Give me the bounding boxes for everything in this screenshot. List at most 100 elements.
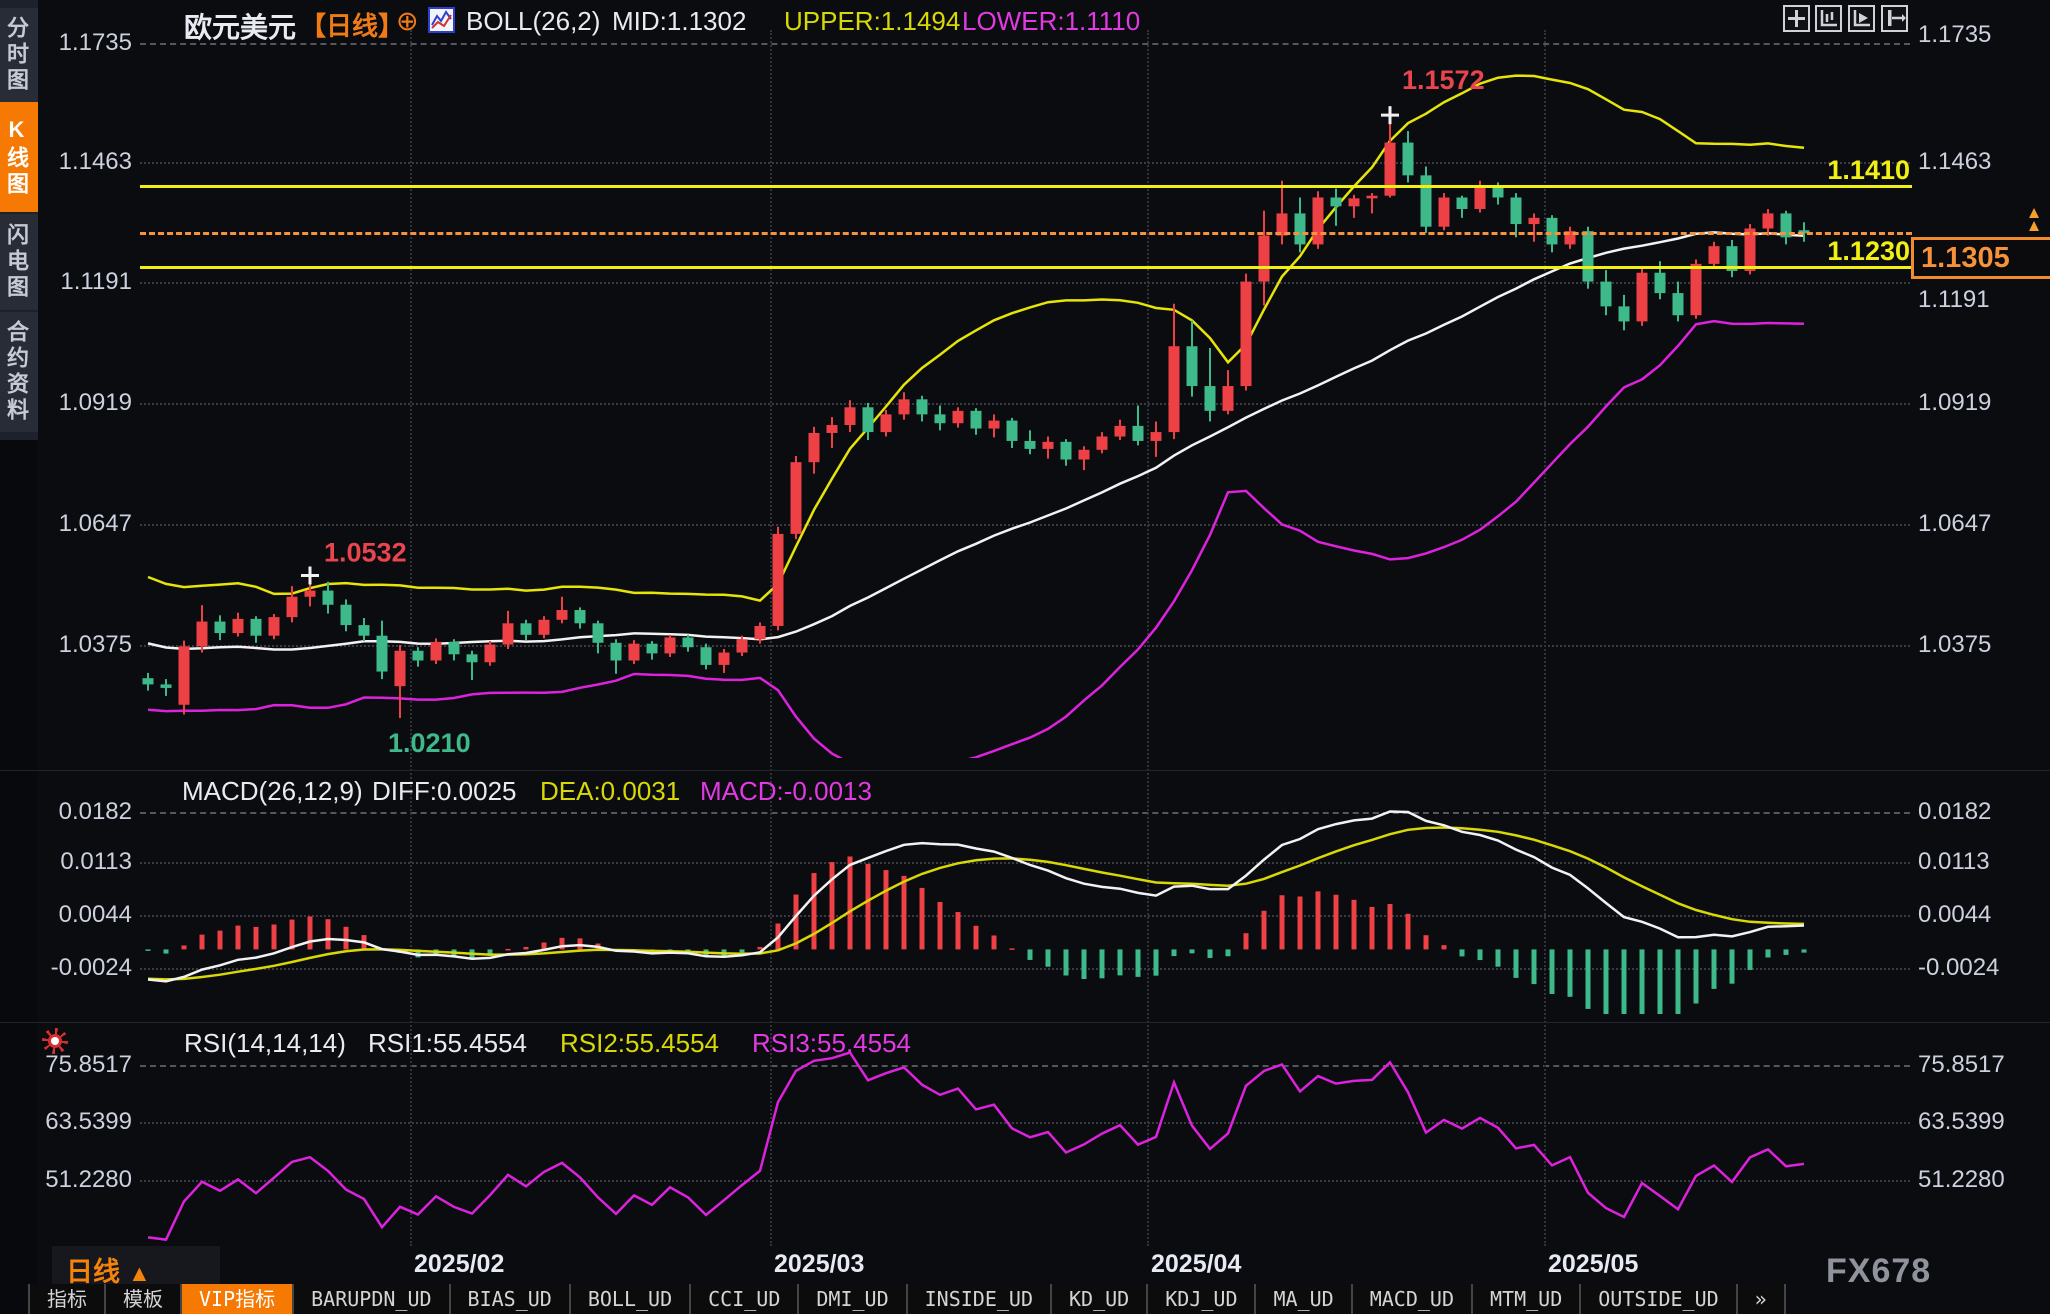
rsi-axis-label: 63.5399 <box>28 1108 132 1136</box>
macd-hist-bar <box>974 926 979 950</box>
macd-hist-bar <box>452 949 457 957</box>
boll-upper: UPPER:1.1494 <box>784 6 960 37</box>
period-label: 日线 <box>66 1257 120 1287</box>
macd-hist-bar <box>1604 949 1609 1020</box>
candle-body <box>863 407 874 432</box>
candle-body <box>413 651 424 661</box>
target-icon[interactable]: ⊕ <box>396 6 419 37</box>
macd-dea-line <box>148 828 1804 980</box>
tab-vip-indicator[interactable]: VIP指标 <box>182 1284 294 1314</box>
chart-thumb-icon[interactable] <box>428 7 455 40</box>
candle-body <box>1295 213 1306 244</box>
kline-scale-icon[interactable] <box>1815 5 1842 32</box>
macd-value: MACD:-0.0013 <box>700 776 872 807</box>
crosshair-icon[interactable] <box>1783 5 1810 32</box>
candle-body <box>143 678 154 684</box>
tab-ma-ud[interactable]: MA_UD <box>1256 1284 1352 1314</box>
candle-body <box>449 642 460 654</box>
candle-body <box>809 433 820 462</box>
macd-hist-bar <box>848 856 853 949</box>
tab-kdj-ud[interactable]: KDJ_UD <box>1148 1284 1256 1314</box>
macd-hist-bar <box>1568 949 1573 996</box>
resistance-line[interactable] <box>140 185 1912 188</box>
macd-hist-bar <box>218 931 223 950</box>
macd-hist-bar <box>272 925 277 950</box>
candle-body <box>1115 426 1126 437</box>
macd-hist-bar <box>1190 949 1195 953</box>
macd-hist-bar <box>812 873 817 949</box>
y-axis-label: 1.1463 <box>1918 148 1991 176</box>
current-price-box: 1.1305 <box>1911 237 2050 279</box>
tab-bias-ud[interactable]: BIAS_UD <box>451 1284 571 1314</box>
candle-body <box>1007 421 1018 441</box>
candle-body <box>1097 437 1108 450</box>
macd-hist-bar <box>1280 895 1285 949</box>
current-price-line <box>140 232 1912 235</box>
macd-hist-bar <box>434 949 439 955</box>
tab-indicator[interactable]: 指标 <box>28 1284 106 1314</box>
tab-more[interactable]: » <box>1738 1284 1786 1314</box>
candle-body <box>1601 282 1612 307</box>
candle-body <box>1475 185 1486 209</box>
macd-hist-bar <box>1298 896 1303 949</box>
macd-hist-bar <box>362 935 367 949</box>
month-gridline <box>770 30 772 1246</box>
macd-hist-bar <box>938 902 943 949</box>
tab-dmi-ud[interactable]: DMI_UD <box>799 1284 907 1314</box>
candle-body <box>899 399 910 414</box>
chart-svg: 1.05321.15721.0210 <box>0 0 2050 1314</box>
tab-mtm-ud[interactable]: MTM_UD <box>1473 1284 1581 1314</box>
macd-hist-bar <box>1514 949 1519 977</box>
rsi-axis-label: 51.2280 <box>1918 1166 2005 1194</box>
boll-mid-band <box>148 232 1804 649</box>
candle-body <box>521 623 532 635</box>
annotation-high: 1.1572 <box>1402 65 1485 95</box>
kline-cursor-icon[interactable] <box>1848 5 1875 32</box>
candle-body <box>1043 442 1054 449</box>
macd-hist-bar <box>200 935 205 950</box>
macd-hist-bar <box>1478 949 1483 960</box>
macd-hist-bar <box>1676 949 1681 1017</box>
candle-body <box>1259 236 1270 282</box>
chart-thumb-glyph <box>428 7 455 33</box>
tab-inside-ud[interactable]: INSIDE_UD <box>908 1284 1052 1314</box>
macd-hist-bar <box>1100 949 1105 978</box>
macd-hist-bar <box>1388 904 1393 949</box>
macd-hist-bar <box>1136 949 1141 976</box>
tab-macd-ud[interactable]: MACD_UD <box>1353 1284 1473 1314</box>
macd-hist-bar <box>1406 914 1411 950</box>
support-line[interactable] <box>140 266 1912 269</box>
boll-mid: MID:1.1302 <box>612 6 746 37</box>
trading-terminal: 分时图 K线图 闪电图 合约资料 欧元美元 【日线】 ⊕ BOLL(26,2) … <box>0 0 2050 1314</box>
candle-body <box>1061 442 1072 460</box>
tab-barupdn-ud[interactable]: BARUPDN_UD <box>294 1284 450 1314</box>
rsi-axis-label: 75.8517 <box>1918 1051 2005 1079</box>
candle-body <box>233 619 244 633</box>
support-label: 1.1230 <box>1760 236 1910 267</box>
tab-outside-ud[interactable]: OUTSIDE_UD <box>1581 1284 1737 1314</box>
gridline <box>140 1065 1910 1067</box>
macd-hist-bar <box>614 949 619 951</box>
gridline <box>140 43 1910 45</box>
macd-hist-bar <box>758 947 763 949</box>
macd-hist-bar <box>1226 949 1231 956</box>
candle-body <box>1025 441 1036 449</box>
candle-body <box>1763 213 1774 228</box>
tab-template[interactable]: 模板 <box>106 1284 182 1314</box>
macd-hist-bar <box>866 864 871 950</box>
macd-hist-bar <box>326 919 331 949</box>
candle-body <box>341 605 352 625</box>
candle-body <box>1223 386 1234 411</box>
panel-separator <box>0 770 2050 771</box>
tab-boll-ud[interactable]: BOLL_UD <box>571 1284 691 1314</box>
candle-body <box>395 651 406 686</box>
tab-cci-ud[interactable]: CCI_UD <box>691 1284 799 1314</box>
candle-body <box>1151 432 1162 441</box>
candle-body <box>503 623 514 644</box>
candle-body <box>161 684 172 688</box>
macd-hist-bar <box>740 949 745 952</box>
candle-body <box>539 620 550 635</box>
axis-shift-icon[interactable] <box>1881 5 1908 32</box>
macd-hist-bar <box>506 949 511 951</box>
tab-kd-ud[interactable]: KD_UD <box>1052 1284 1148 1314</box>
